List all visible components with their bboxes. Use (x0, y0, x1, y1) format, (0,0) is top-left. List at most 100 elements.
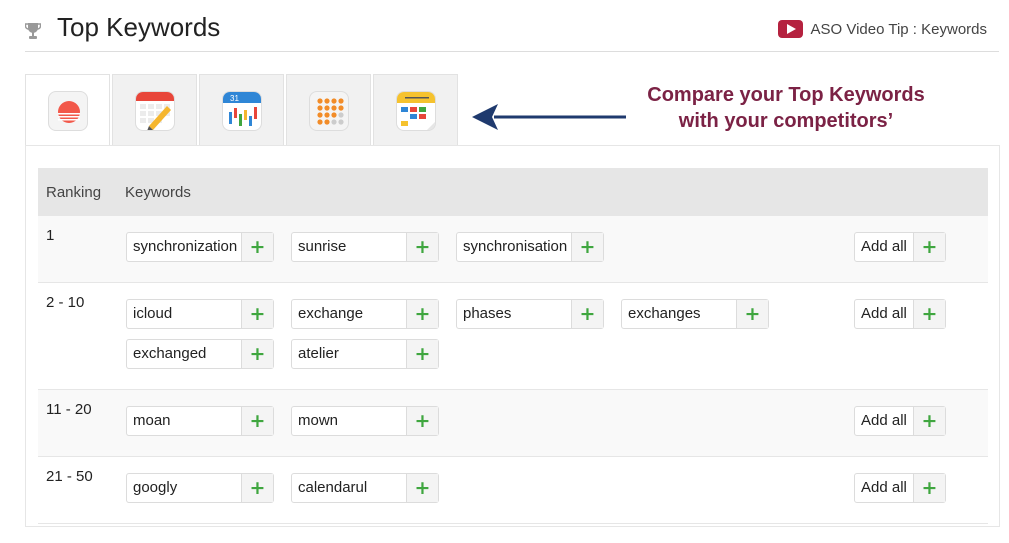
rank-label: 21 - 50 (46, 468, 93, 485)
keyword-list: icloud + exchange + phases + exchanges + exchang… (126, 283, 826, 389)
keyword-chip: mown + (291, 406, 439, 436)
add-keyword-button[interactable]: + (241, 300, 273, 328)
column-header-keywords: Keywords (125, 183, 191, 201)
keyword-chip: exchange + (291, 299, 439, 329)
keyword-text: moan (133, 412, 171, 429)
sunrise-app-icon (47, 91, 88, 131)
video-tip-label: ASO Video Tip : Keywords (810, 20, 987, 38)
table-body: 1 synchronization + sunrise + synchronisation… (38, 216, 988, 524)
page-header: Top Keywords ASO Video Tip : Keywords (25, 0, 999, 52)
add-all-button[interactable]: Add all + (854, 299, 946, 329)
plus-icon: + (744, 302, 761, 325)
table-row: 2 - 10 icloud + exchange + phases + exchanges + e… (38, 283, 988, 390)
add-keyword-button[interactable]: + (571, 300, 603, 328)
tab-competitor-calendar-blocks[interactable] (373, 74, 458, 146)
plus-icon: + (249, 342, 266, 365)
keyword-text: exchanges (628, 305, 701, 322)
keyword-text: synchronisation (463, 238, 568, 255)
keyword-chip: phases + (456, 299, 604, 329)
add-keyword-button[interactable]: + (241, 407, 273, 435)
keyword-chip: googly + (126, 473, 274, 503)
aso-video-tip-link[interactable]: ASO Video Tip : Keywords (777, 20, 987, 38)
column-header-ranking: Ranking (46, 183, 102, 201)
add-keyword-button[interactable]: + (241, 340, 273, 368)
table-row: 1 synchronization + sunrise + synchronisation… (38, 216, 988, 283)
calendar-pencil-app-icon (134, 90, 175, 131)
add-keyword-button[interactable]: + (241, 233, 273, 261)
table-row: 21 - 50 googly + calendarul + Add all + (38, 457, 988, 524)
keyword-chip: sunrise + (291, 232, 439, 262)
add-keyword-button[interactable]: + (241, 474, 273, 502)
page-title: Top Keywords (57, 12, 221, 42)
add-all-plus[interactable]: + (913, 474, 945, 502)
trophy-icon (25, 23, 41, 39)
plus-icon: + (414, 302, 431, 325)
add-all-button[interactable]: Add all + (854, 473, 946, 503)
plus-icon: + (249, 476, 266, 499)
keyword-list: googly + calendarul + (126, 457, 826, 523)
plus-icon: + (414, 476, 431, 499)
add-keyword-button[interactable]: + (571, 233, 603, 261)
keyword-list: moan + mown + (126, 390, 826, 456)
youtube-play-icon (777, 20, 803, 38)
keyword-chip: synchronization + (126, 232, 274, 262)
arrow-icon (472, 104, 626, 130)
add-all-label: Add all (861, 238, 907, 255)
keyword-text: calendarul (298, 479, 368, 496)
calendar-blocks-app-icon (395, 90, 436, 131)
keyword-list: synchronization + sunrise + synchronisation + (126, 216, 826, 282)
keyword-text: mown (298, 412, 339, 429)
add-all-plus[interactable]: + (913, 233, 945, 261)
dots-grid-app-icon (308, 90, 349, 131)
plus-icon: + (249, 409, 266, 432)
keyword-chip: atelier + (291, 339, 439, 369)
keyword-text: exchange (298, 305, 364, 322)
tab-competitor-calendar-chart[interactable]: 31 (199, 74, 284, 146)
keyword-chip: exchanges + (621, 299, 769, 329)
add-keyword-button[interactable]: + (406, 474, 438, 502)
tab-competitor-dots-grid[interactable] (286, 74, 371, 146)
add-all-button[interactable]: Add all + (854, 232, 946, 262)
add-all-label: Add all (861, 305, 907, 322)
plus-icon: + (414, 342, 431, 365)
plus-icon: + (921, 476, 938, 499)
annotation-callout: Compare your Top Keywords with your comp… (630, 82, 942, 134)
keyword-text: phases (463, 305, 512, 322)
add-all-plus[interactable]: + (913, 407, 945, 435)
rank-label: 2 - 10 (46, 294, 85, 311)
plus-icon: + (579, 302, 596, 325)
add-all-label: Add all (861, 479, 907, 496)
plus-icon: + (921, 302, 938, 325)
keyword-chip: synchronisation + (456, 232, 604, 262)
add-all-plus[interactable]: + (913, 300, 945, 328)
keyword-text: sunrise (298, 238, 347, 255)
plus-icon: + (414, 235, 431, 258)
rank-label: 11 - 20 (46, 401, 92, 418)
plus-icon: + (921, 409, 938, 432)
plus-icon: + (921, 235, 938, 258)
calendar-chart-app-icon: 31 (221, 90, 262, 131)
keywords-panel: Ranking Keywords 1 synchronization + sunris… (25, 145, 1000, 527)
keyword-chip: moan + (126, 406, 274, 436)
table-header: Ranking Keywords (38, 168, 988, 216)
plus-icon: + (414, 409, 431, 432)
keyword-text: icloud (133, 305, 173, 322)
annotation-line-1: Compare your Top Keywords (647, 84, 925, 106)
plus-icon: + (249, 302, 266, 325)
add-all-button[interactable]: Add all + (854, 406, 946, 436)
add-all-label: Add all (861, 412, 907, 429)
tab-sunrise[interactable] (25, 74, 110, 147)
competitor-tabs: 31 (25, 74, 460, 147)
annotation-line-2: with your competitors’ (678, 110, 894, 132)
add-keyword-button[interactable]: + (406, 300, 438, 328)
tab-competitor-calendar-pencil[interactable] (112, 74, 197, 146)
keyword-text: atelier (298, 345, 339, 362)
keyword-text: synchronization (133, 238, 238, 255)
keyword-chip: icloud + (126, 299, 274, 329)
keyword-chip: exchanged + (126, 339, 274, 369)
add-keyword-button[interactable]: + (406, 233, 438, 261)
add-keyword-button[interactable]: + (736, 300, 768, 328)
add-keyword-button[interactable]: + (406, 340, 438, 368)
keyword-text: googly (133, 479, 178, 496)
add-keyword-button[interactable]: + (406, 407, 438, 435)
